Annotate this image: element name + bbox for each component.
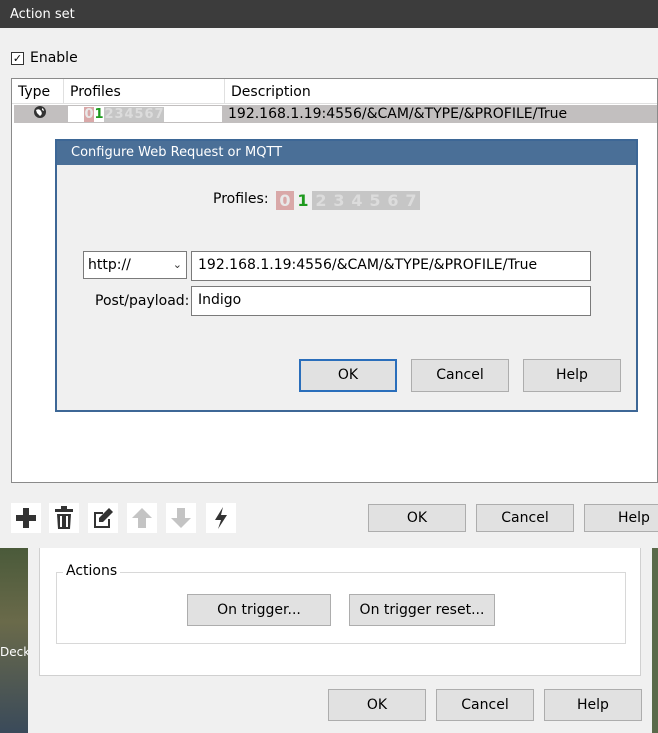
bg-cancel-button[interactable]: Cancel [436,689,534,721]
dialog-ok-button[interactable]: OK [299,359,397,392]
protocol-value: http:// [88,257,131,273]
on-trigger-reset-button[interactable]: On trigger reset... [349,594,495,626]
profile-7: 7 [154,106,164,122]
row-profiles: 0 1 2 3 4 5 6 7 [68,106,222,122]
globe-icon [14,105,66,123]
profile-toggle-0[interactable]: 0 [276,191,294,210]
profile-toggle-4[interactable]: 4 [348,191,366,210]
profile-2: 2 [104,106,114,122]
column-header-profiles[interactable]: Profiles [64,79,225,103]
background-image: Deck [0,548,31,733]
profiles-label: Profiles: [213,191,269,207]
background-label: Deck [0,645,31,659]
ok-button[interactable]: OK [368,504,466,532]
bg-help-button[interactable]: Help [544,689,642,721]
on-trigger-button[interactable]: On trigger... [187,594,331,626]
column-header-type[interactable]: Type [12,79,64,103]
actions-group: Actions On trigger... On trigger reset..… [56,563,626,644]
delete-icon[interactable] [49,503,79,533]
move-up-icon[interactable] [127,503,157,533]
add-icon[interactable] [11,503,41,533]
row-description: 192.168.1.19:4556/&CAM/&TYPE/&PROFILE/Tr… [228,106,568,122]
profile-toggle-5[interactable]: 5 [366,191,384,210]
profile-toggle-2[interactable]: 2 [312,191,330,210]
profile-toggle-7[interactable]: 7 [402,191,420,210]
chevron-down-icon: ⌄ [172,258,182,271]
profiles-selector[interactable]: 0 1 2 3 4 5 6 7 [276,191,420,210]
profile-4: 4 [124,106,134,122]
profile-toggle-3[interactable]: 3 [330,191,348,210]
help-button[interactable]: Help [584,504,658,532]
profile-5: 5 [134,106,144,122]
payload-input[interactable]: Indigo [191,286,591,316]
window-title: Action set [10,7,75,22]
actions-group-label: Actions [63,563,121,579]
profile-toggle-1[interactable]: 1 [294,191,312,210]
table-row[interactable]: 0 1 2 3 4 5 6 7 192.168.1.19:4556/&CAM/&… [14,105,657,123]
web-request-dialog: Configure Web Request or MQTT Profiles: … [55,139,638,412]
profile-3: 3 [114,106,124,122]
dialog-help-button[interactable]: Help [523,359,621,392]
dialog-cancel-button[interactable]: Cancel [411,359,509,392]
dialog-title: Configure Web Request or MQTT [57,141,636,165]
trigger-panel: Actions On trigger... On trigger reset..… [39,548,641,676]
background-image-right [652,548,658,733]
checkbox-checked-icon[interactable]: ✓ [11,51,24,65]
move-down-icon[interactable] [166,503,196,533]
url-input[interactable]: 192.168.1.19:4556/&CAM/&TYPE/&PROFILE/Tr… [191,251,591,281]
column-header-description[interactable]: Description [225,79,657,103]
protocol-select[interactable]: http:// ⌄ [83,251,187,279]
profile-6: 6 [144,106,154,122]
profile-toggle-6[interactable]: 6 [384,191,402,210]
edit-icon[interactable] [88,503,118,533]
payload-label: Post/payload: [95,293,190,309]
bg-ok-button[interactable]: OK [328,689,426,721]
enable-checkbox[interactable]: ✓ Enable [11,50,78,66]
cancel-button[interactable]: Cancel [476,504,574,532]
profile-1: 1 [94,106,104,122]
list-header: Type Profiles Description [12,79,657,104]
trigger-settings-window: Actions On trigger... On trigger reset..… [28,548,652,733]
profile-0: 0 [84,106,94,122]
test-icon[interactable] [206,503,236,533]
enable-label: Enable [30,50,78,66]
window-titlebar: Action set [0,0,658,28]
